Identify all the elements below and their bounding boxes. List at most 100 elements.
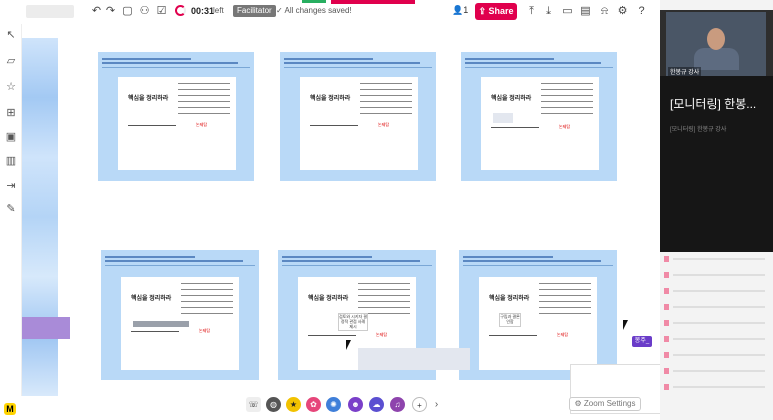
apps-icon[interactable]: ⚇ (137, 4, 152, 19)
answer-line (491, 127, 539, 128)
blurred-sticky[interactable] (22, 317, 70, 339)
facilitator-badge[interactable]: Facilitator (233, 5, 276, 17)
board-title[interactable] (26, 5, 74, 18)
upload-icon[interactable]: ⤒ (524, 4, 539, 19)
headset-icon[interactable]: ◍ (266, 397, 281, 412)
memo-note[interactable]: 구립과 결론인함 (499, 313, 521, 327)
frame-icon[interactable]: ▢ (120, 4, 135, 19)
chat-icon[interactable]: ▤ (578, 4, 593, 19)
pointer-icon[interactable]: ↖ (4, 28, 18, 42)
slide-red-note: 논제탐 (378, 122, 390, 127)
left-toolbar: ↖ ▱ ☆ ⊞ ▣ ▥ ⇥ ✎ (0, 24, 22, 396)
frame-header (105, 256, 255, 266)
bunny-icon[interactable]: ✿ (306, 397, 321, 412)
list-item[interactable] (664, 255, 769, 263)
frame-6[interactable]: 핵심을 정리하라 구립과 결론인함 논제탐 (459, 250, 617, 380)
user-count[interactable]: 👤1 (452, 5, 468, 16)
slide-bullets (181, 283, 233, 319)
list-item[interactable] (664, 367, 769, 375)
pen-icon[interactable]: ✎ (4, 202, 18, 216)
bell-icon[interactable]: ⍾ (597, 4, 612, 19)
slide-4: 핵심을 정리하라 논제탐 (121, 277, 239, 370)
frame-header (284, 58, 432, 68)
chevron-right-icon[interactable]: › (429, 397, 444, 412)
blurred-note (133, 321, 189, 327)
blurred-region (358, 348, 470, 370)
answer-line (131, 331, 179, 332)
frame-header (465, 58, 613, 68)
phone-icon[interactable]: ☏ (246, 397, 261, 412)
list-item[interactable] (664, 287, 769, 295)
list-item[interactable] (664, 319, 769, 327)
slide-2: 핵심을 정리하라 논제탐 (300, 77, 418, 170)
blurred-note (493, 113, 513, 123)
list-item[interactable] (664, 351, 769, 359)
list-item[interactable] (664, 303, 769, 311)
participant-avatar (707, 28, 725, 50)
redo-icon[interactable]: ↷ (103, 4, 118, 19)
add-icon[interactable]: + (412, 397, 427, 412)
cloud-icon[interactable]: ☁ (369, 397, 384, 412)
board-canvas[interactable]: 핵심을 정리하라 논제탐 핵심을 정리하라 논제탐 핵심을 정리하라 논제탐 핵 (22, 24, 680, 414)
answer-line (489, 335, 537, 336)
answer-line (128, 125, 176, 126)
download-icon[interactable]: ⤓ (541, 4, 556, 19)
saved-status: ✓ All changes saved! (276, 6, 352, 15)
memo-note[interactable]: 검토와 시키자 결정적 관점 사례 제시 (338, 313, 368, 331)
cursor-icon (623, 320, 628, 330)
slide-title: 핵심을 정리하라 (308, 296, 349, 302)
share-button[interactable]: ⇪ Share (475, 3, 517, 20)
slide-bullets (541, 83, 593, 119)
top-toolbar: ↶ ↷ ▢ ⚇ ☑ 00:31 left Facilitator ✓ All c… (0, 0, 660, 24)
slide-red-note: 논제탐 (199, 328, 211, 333)
frame-1[interactable]: 핵심을 정리하라 논제탐 (98, 52, 254, 181)
mic-icon[interactable]: ♫ (390, 397, 405, 412)
undo-icon[interactable]: ↶ (89, 4, 104, 19)
slide-bullets (539, 283, 591, 319)
robot-icon[interactable]: ☻ (348, 397, 363, 412)
star-icon[interactable]: ☆ (4, 80, 18, 94)
frame-3[interactable]: 핵심을 정리하라 논제탐 (461, 52, 617, 181)
help-icon[interactable]: ? (634, 4, 649, 19)
settings-icon[interactable]: ⚙ (615, 4, 630, 19)
app-logo-icon[interactable]: M (4, 403, 16, 415)
monitor-name: [모니터링] 한봉... (670, 97, 757, 111)
slide-red-note: 논제탐 (559, 124, 571, 129)
top-red-indicator (331, 0, 415, 4)
slide-3: 핵심을 정리하라 논제탐 (481, 77, 599, 170)
zoom-settings-button[interactable]: ⚙ Zoom Settings (569, 397, 641, 411)
slide-6: 핵심을 정리하라 구립과 결론인함 논제탐 (479, 277, 597, 370)
slide-red-note: 논제탐 (376, 332, 388, 337)
user-count-value: 1 (463, 5, 469, 15)
slide-title: 핵심을 정리하라 (489, 296, 530, 302)
share-label: Share (488, 6, 514, 16)
comment-icon[interactable]: ▭ (560, 4, 575, 19)
bottom-toolbar: ☏ ◍ ★ ✿ ✺ ☻ ☁ ♫ + › (242, 395, 442, 415)
cursor-icon (346, 340, 351, 350)
timer-icon[interactable] (175, 5, 186, 16)
voting-icon[interactable]: ☑ (154, 4, 169, 19)
sticky-note-icon[interactable]: ▱ (4, 54, 18, 68)
frame-header (282, 256, 432, 266)
list-item[interactable] (664, 271, 769, 279)
slide-1: 핵심을 정리하라 논제탐 (118, 77, 236, 170)
frame-header (463, 256, 613, 266)
slide-bullets (360, 83, 412, 119)
grid-icon[interactable]: ⊞ (4, 106, 18, 120)
crab-icon[interactable]: ✺ (326, 397, 341, 412)
library-icon[interactable]: ▥ (4, 154, 18, 168)
answer-line (308, 335, 356, 336)
monitor-subtitle: [모니터링] 한봉규 강사 (670, 127, 727, 133)
slide-title: 핵심을 정리하라 (310, 96, 351, 102)
frame-header (102, 58, 250, 68)
top-green-indicator (302, 0, 326, 3)
list-item[interactable] (664, 335, 769, 343)
import-icon[interactable]: ⇥ (4, 179, 18, 193)
frame-2[interactable]: 핵심을 정리하라 논제탐 (280, 52, 436, 181)
list-item[interactable] (664, 383, 769, 391)
slide-red-note: 논제탐 (557, 332, 569, 337)
frame-4[interactable]: 핵심을 정리하라 논제탐 (101, 250, 259, 380)
reaction-icon[interactable]: ★ (286, 397, 301, 412)
image-icon[interactable]: ▣ (4, 130, 18, 144)
slide-title: 핵심을 정리하라 (491, 96, 532, 102)
